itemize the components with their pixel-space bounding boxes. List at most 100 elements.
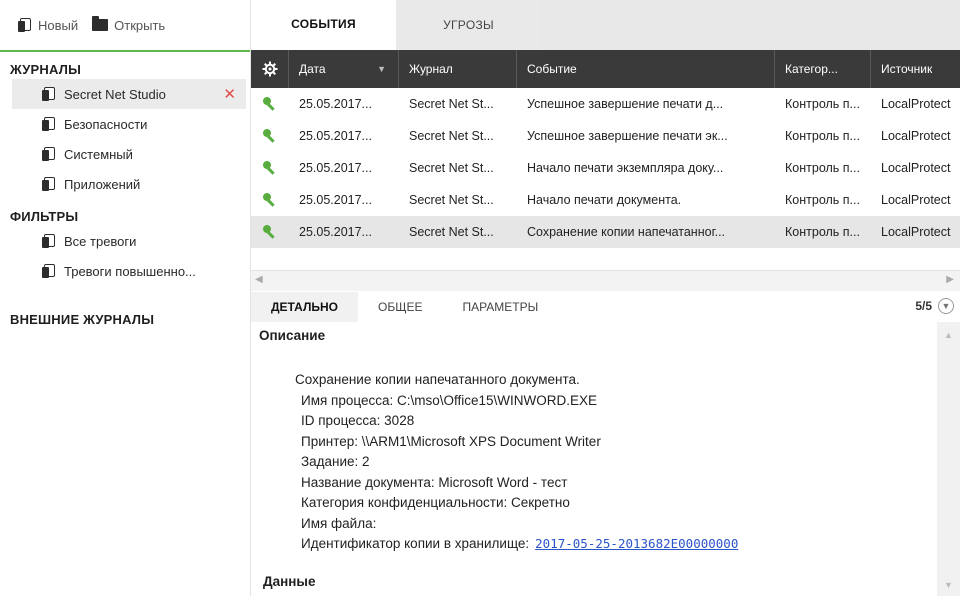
horizontal-scrollbar[interactable]: ◀ ▶: [251, 270, 960, 291]
vertical-scrollbar[interactable]: ▲ ▼: [937, 322, 960, 596]
description-line: Имя файла:: [301, 515, 377, 531]
column-source[interactable]: Источник: [871, 50, 960, 88]
description-line: Принтер: \\ARM1\Microsoft XPS Document W…: [301, 433, 601, 449]
scroll-up-icon[interactable]: ▲: [944, 330, 953, 340]
gear-icon: [262, 61, 277, 77]
record-counter-text: 5/5: [915, 299, 932, 313]
sidebar-item-label: Secret Net Studio: [64, 86, 166, 102]
tab-general[interactable]: ОБЩЕЕ: [358, 292, 442, 322]
description-line: Название документа: Microsoft Word - тес…: [301, 474, 568, 490]
key-icon: [263, 97, 277, 111]
cell-category: Контроль п...: [785, 97, 860, 111]
key-icon: [263, 193, 277, 207]
cell-source: LocalProtect: [881, 161, 951, 175]
tab-events[interactable]: СОБЫТИЯ: [251, 0, 396, 50]
cell-journal: Secret Net St...: [409, 97, 494, 111]
folder-icon: [92, 16, 109, 31]
table-row-selected[interactable]: 25.05.2017... Secret Net St... Сохранени…: [251, 216, 960, 248]
description-heading: Описание: [259, 328, 326, 343]
description-line: Имя процесса: C:\mso\Office15\WINWORD.EX…: [301, 392, 598, 408]
table-row[interactable]: 25.05.2017... Secret Net St... Начало пе…: [251, 184, 960, 216]
cell-event: Начало печати экземпляра доку...: [527, 161, 724, 175]
event-type-cell: [251, 152, 289, 184]
chevron-down-icon[interactable]: ▼: [938, 298, 954, 314]
sidebar-item-high-alerts[interactable]: Тревоги повышенно...: [0, 256, 250, 286]
cell-event: Начало печати документа.: [527, 193, 682, 207]
description-lines: Сохранение копии напечатанного документа…: [295, 370, 738, 555]
description-line: Задание: 2: [301, 454, 370, 469]
external-journals-title[interactable]: ВНЕШНИЕ ЖУРНАЛЫ: [0, 286, 250, 329]
events-table: Дата ▼ Журнал Событие Категор... Источни…: [251, 50, 960, 248]
key-icon: [263, 225, 277, 239]
copy-id-link[interactable]: 2017-05-25-2013682E00000000: [535, 536, 738, 551]
sidebar-item-label: Безопасности: [64, 116, 148, 132]
column-settings-button[interactable]: [251, 50, 289, 88]
open-button-label: Открыть: [114, 17, 166, 33]
cell-date: 25.05.2017...: [299, 193, 372, 207]
column-label: Событие: [527, 62, 577, 76]
close-icon[interactable]: ✕: [223, 85, 236, 103]
tab-threats[interactable]: УГРОЗЫ: [396, 0, 541, 50]
event-type-cell: [251, 216, 289, 248]
column-category[interactable]: Категор...: [775, 50, 871, 88]
sidebar-toolbar: Новый Открыть: [0, 0, 250, 52]
cell-category: Контроль п...: [785, 129, 860, 143]
detail-content: Описание Сохранение копии напечатанного …: [251, 322, 937, 596]
tab-detailed[interactable]: ДЕТАЛЬНО: [251, 292, 358, 322]
event-type-cell: [251, 88, 289, 120]
cell-date: 25.05.2017...: [299, 97, 372, 111]
sidebar-item-label: Тревоги повышенно...: [64, 263, 196, 279]
scroll-left-icon[interactable]: ◀: [255, 274, 263, 285]
sidebar-item-security[interactable]: Безопасности: [0, 109, 250, 139]
sidebar-item-label: Приложений: [64, 176, 141, 192]
column-label: Дата: [299, 62, 326, 76]
scroll-right-icon[interactable]: ▶: [946, 274, 954, 285]
cell-journal: Secret Net St...: [409, 225, 494, 239]
cell-date: 25.05.2017...: [299, 225, 372, 239]
table-row[interactable]: 25.05.2017... Secret Net St... Начало пе…: [251, 152, 960, 184]
table-row[interactable]: 25.05.2017... Secret Net St... Успешное …: [251, 88, 960, 120]
event-type-cell: [251, 184, 289, 216]
journal-icon: [42, 116, 56, 132]
scroll-down-icon[interactable]: ▼: [944, 580, 953, 590]
key-icon: [263, 161, 277, 175]
tab-parameters[interactable]: ПАРАМЕТРЫ: [442, 292, 558, 322]
filter-icon: [42, 233, 56, 249]
description-line: ID процесса: 3028: [301, 413, 415, 428]
record-counter: 5/5 ▼: [915, 298, 954, 314]
cell-category: Контроль п...: [785, 193, 860, 207]
key-icon: [263, 129, 277, 143]
table-row[interactable]: 25.05.2017... Secret Net St... Успешное …: [251, 120, 960, 152]
new-button-label: Новый: [38, 17, 79, 33]
column-label: Журнал: [409, 62, 453, 76]
sidebar-item-label: Все тревоги: [64, 233, 137, 249]
column-date[interactable]: Дата ▼: [289, 50, 399, 88]
column-event[interactable]: Событие: [517, 50, 775, 88]
sidebar-item-system[interactable]: Системный: [0, 139, 250, 169]
sidebar-item-all-alerts[interactable]: Все тревоги: [0, 226, 250, 256]
cell-event: Успешное завершение печати эк...: [527, 129, 728, 143]
description-line: Сохранение копии напечатанного документа…: [295, 372, 580, 387]
copy-id-label: Идентификатор копии в хранилище:: [301, 536, 530, 551]
sidebar-item-applications[interactable]: Приложений: [0, 169, 250, 199]
table-header: Дата ▼ Журнал Событие Категор... Источни…: [251, 50, 960, 88]
open-button[interactable]: Открыть: [92, 16, 166, 33]
data-heading: Данные: [263, 574, 316, 589]
sidebar-item-label: Системный: [64, 146, 133, 162]
column-journal[interactable]: Журнал: [399, 50, 517, 88]
cell-journal: Secret Net St...: [409, 161, 494, 175]
cell-category: Контроль п...: [785, 161, 860, 175]
filter-icon: [42, 263, 56, 279]
detail-tabs: ДЕТАЛЬНО ОБЩЕЕ ПАРАМЕТРЫ 5/5 ▼: [251, 292, 960, 322]
cell-journal: Secret Net St...: [409, 129, 494, 143]
cell-source: LocalProtect: [881, 225, 951, 239]
sidebar-item-secret-net-studio[interactable]: Secret Net Studio ✕: [12, 79, 246, 109]
journals-section-title: ЖУРНАЛЫ: [10, 62, 82, 77]
description-line: Категория конфиденциальности: Секретно: [301, 495, 570, 510]
event-type-cell: [251, 120, 289, 152]
cell-event: Успешное завершение печати д...: [527, 97, 724, 111]
new-button[interactable]: Новый: [18, 17, 79, 33]
cell-event: Сохранение копии напечатанног...: [527, 225, 726, 239]
cell-source: LocalProtect: [881, 129, 951, 143]
journal-icon: [42, 176, 56, 192]
